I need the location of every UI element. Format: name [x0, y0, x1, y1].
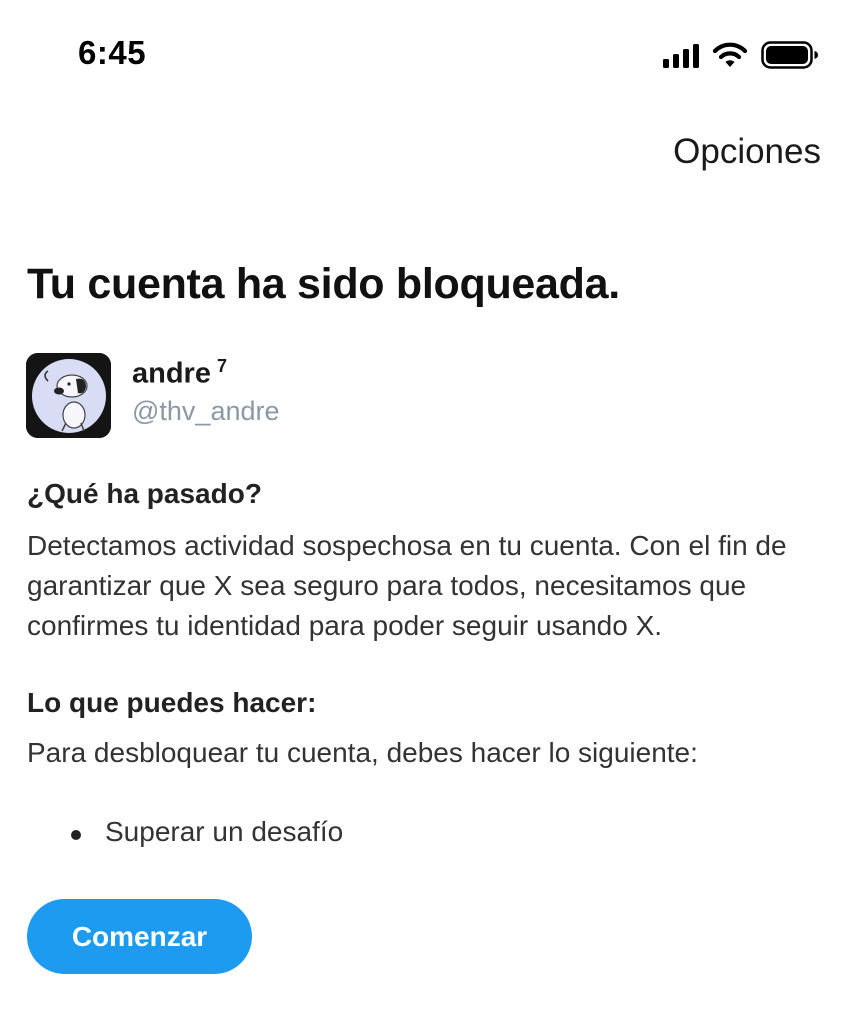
step-label: Superar un desafío	[105, 816, 344, 847]
what-happened-body: Detectamos actividad sospechosa en tu cu…	[27, 530, 787, 641]
what-you-can-do-heading: Lo que puedes hacer:	[27, 687, 317, 718]
user-handle: @thv_andre	[132, 396, 280, 426]
user-name-badge: 7	[216, 356, 227, 376]
status-time: 6:45	[78, 34, 147, 71]
what-happened-heading: ¿Qué ha pasado?	[27, 478, 262, 509]
steps-list: Superar un desafío	[27, 816, 343, 848]
page-title: Tu cuenta ha sido bloqueada.	[27, 260, 620, 308]
status-icons	[663, 40, 819, 70]
signal-icon	[663, 42, 699, 68]
battery-icon	[761, 41, 819, 69]
avatar	[26, 353, 111, 438]
list-item: Superar un desafío	[27, 816, 343, 848]
snoopy-avatar-icon	[26, 353, 111, 438]
what-you-can-do-body: Para desbloquear tu cuenta, debes hacer …	[27, 737, 698, 768]
bullet-icon	[71, 830, 81, 840]
start-button[interactable]: Comenzar	[27, 899, 252, 974]
options-button[interactable]: Opciones	[673, 132, 821, 172]
user-name-text: andre	[132, 357, 211, 390]
user-display-name: andre 7	[132, 356, 227, 391]
wifi-icon	[713, 42, 747, 68]
